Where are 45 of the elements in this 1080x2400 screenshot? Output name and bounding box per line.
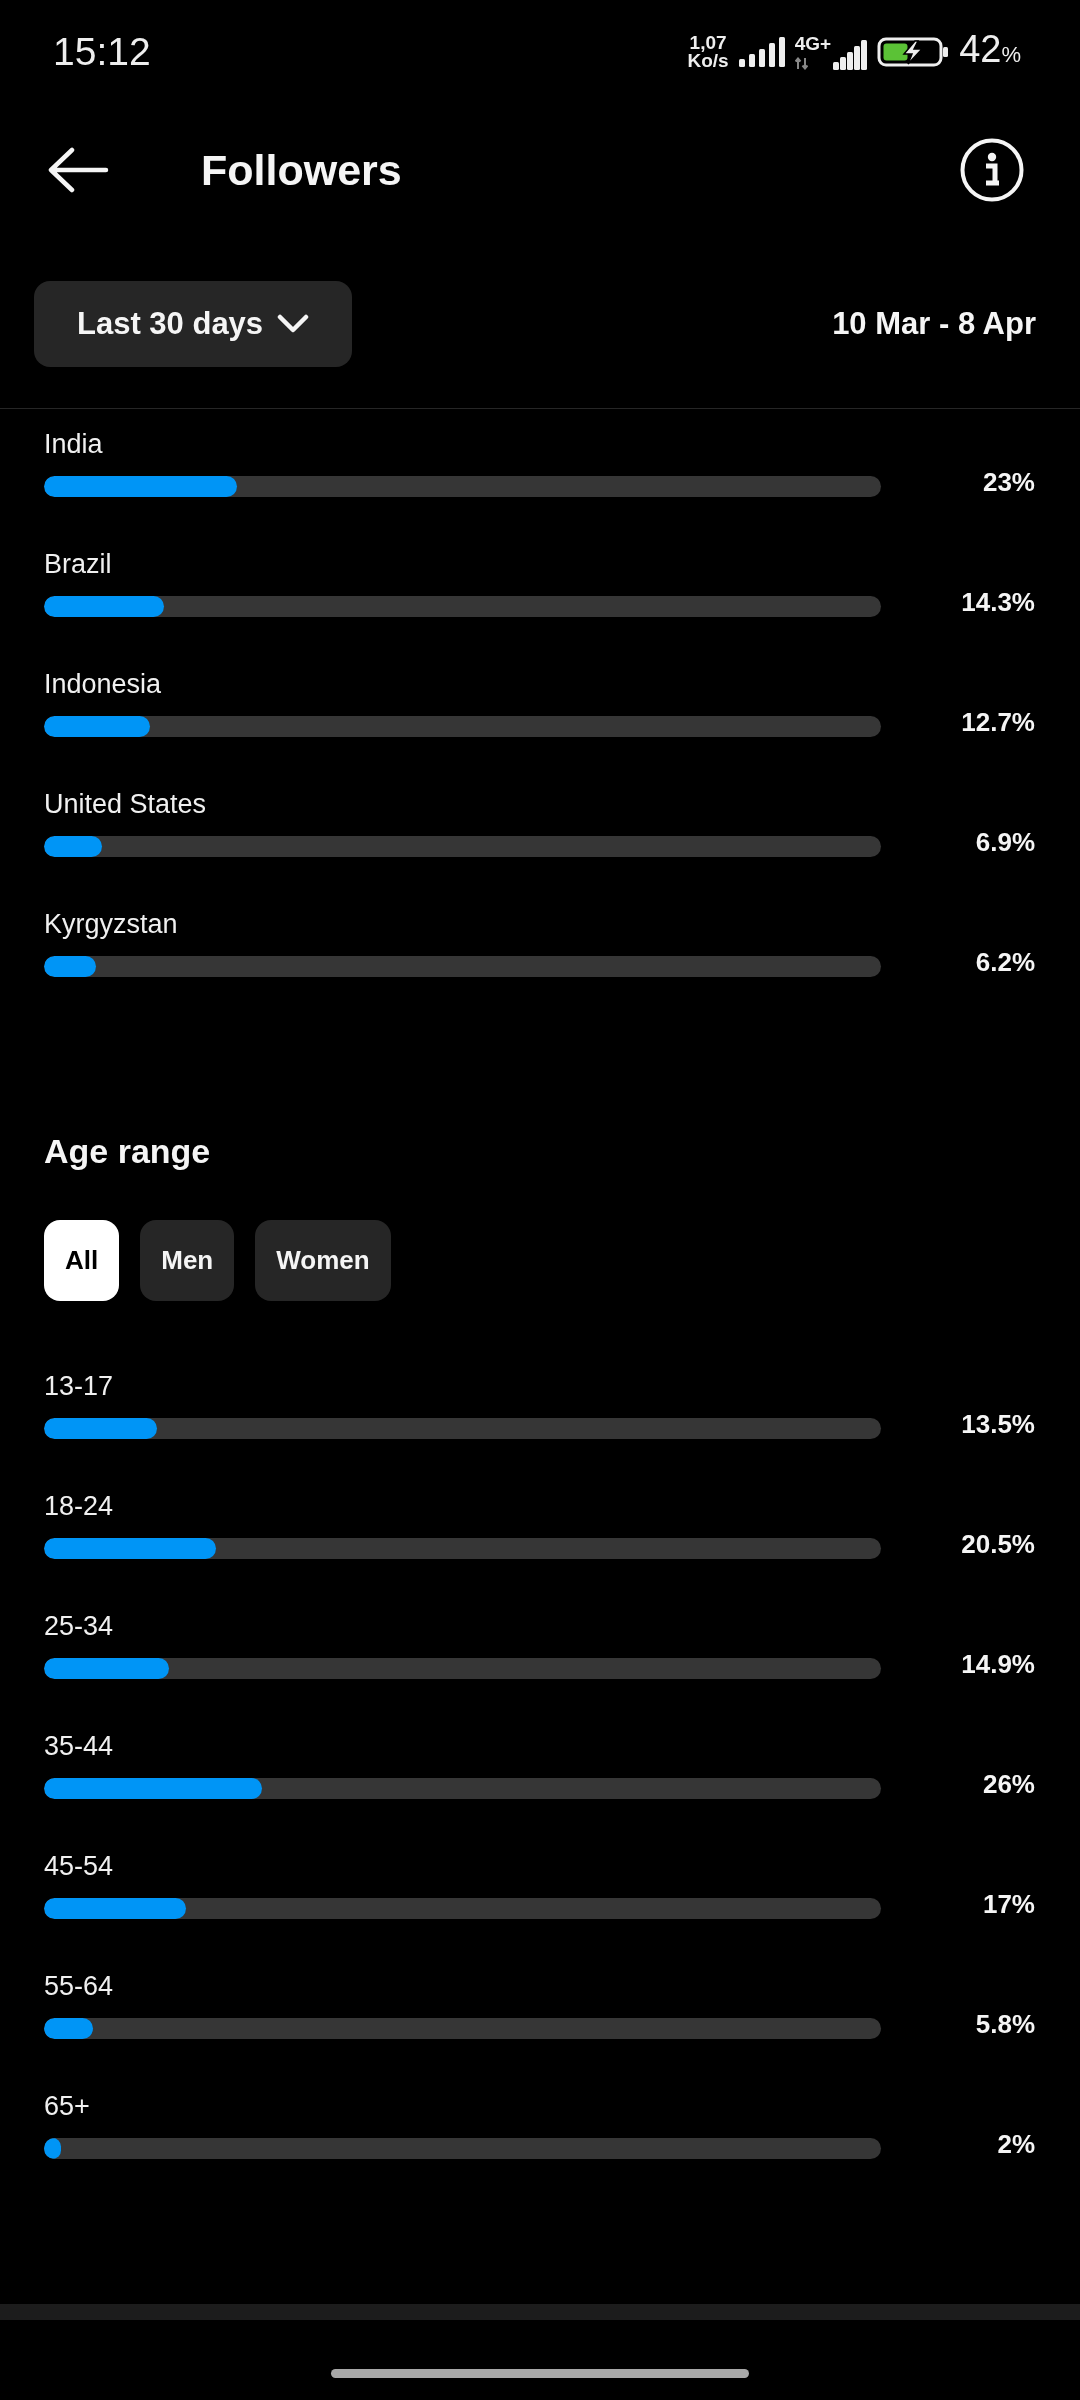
battery-percent: 42% xyxy=(959,27,1021,72)
percentage-value: 26% xyxy=(982,1768,1035,1800)
data-arrows-icon xyxy=(794,56,808,70)
page-title: Followers xyxy=(201,145,402,195)
signal-icon xyxy=(833,39,868,70)
row-label: United States xyxy=(44,788,207,820)
percentage-value: 6.9% xyxy=(975,826,1035,858)
row-label: India xyxy=(44,428,103,460)
row-label: Kyrgyzstan xyxy=(44,908,178,940)
row-label: Indonesia xyxy=(44,668,162,700)
network-type: 4G+ xyxy=(794,34,832,53)
percentage-value: 6.2% xyxy=(975,946,1035,978)
row-label: 45-54 xyxy=(44,1850,114,1882)
signal-icon xyxy=(738,37,785,67)
percentage-value: 2% xyxy=(997,2128,1035,2160)
period-dropdown[interactable]: Last 30 days xyxy=(34,281,353,367)
row-label: 25-34 xyxy=(44,1610,114,1642)
filter-chip[interactable]: All xyxy=(44,1220,120,1301)
back-arrow-icon xyxy=(47,147,109,193)
row-label: Brazil xyxy=(44,548,112,580)
percentage-value: 14.9% xyxy=(961,1648,1035,1680)
chevron-down-icon xyxy=(277,314,310,334)
percentage-value: 17% xyxy=(982,1888,1035,1920)
filter-chip[interactable]: Women xyxy=(255,1220,391,1301)
section-title: Age range xyxy=(44,1131,211,1171)
row-label: 65+ xyxy=(44,2090,90,2122)
row-label: 55-64 xyxy=(44,1970,114,2002)
percentage-value: 23% xyxy=(982,466,1035,498)
network-speed-unit: Ko/s xyxy=(687,52,729,70)
percentage-value: 14.3% xyxy=(961,586,1035,618)
status-time: 15:12 xyxy=(53,30,151,74)
info-button[interactable] xyxy=(960,138,1024,202)
row-label: 18-24 xyxy=(44,1490,114,1522)
row-label: 13-17 xyxy=(44,1370,114,1402)
network-speed-value: 1,07 xyxy=(689,34,727,52)
battery-charging-icon xyxy=(877,37,950,67)
date-range: 10 Mar - 8 Apr xyxy=(832,306,1036,342)
percentage-value: 12.7% xyxy=(961,706,1035,738)
filter-chip[interactable]: Men xyxy=(140,1220,235,1301)
row-label: 35-44 xyxy=(44,1730,114,1762)
percentage-value: 20.5% xyxy=(961,1528,1035,1560)
percentage-value: 13.5% xyxy=(961,1408,1035,1440)
info-icon xyxy=(960,138,1024,202)
percentage-value: 5.8% xyxy=(975,2008,1035,2040)
back-button[interactable] xyxy=(47,147,109,193)
